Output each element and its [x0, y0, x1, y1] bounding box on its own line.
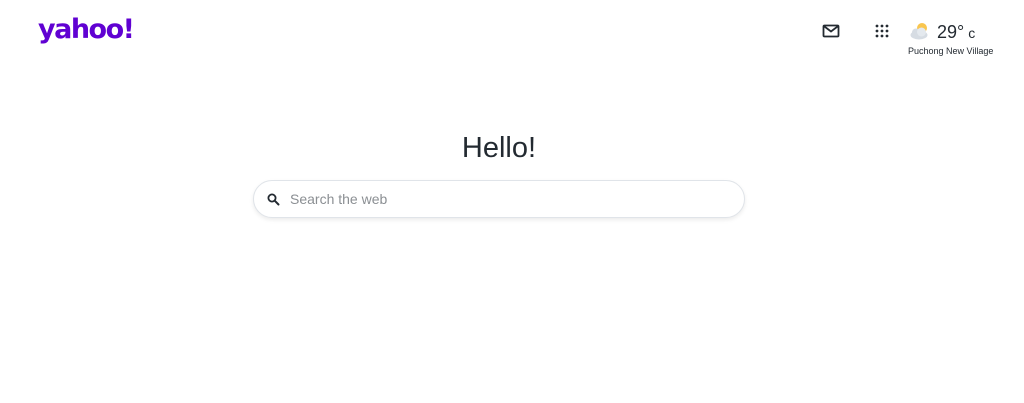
mail-icon [822, 24, 840, 38]
temperature-unit: c [968, 25, 976, 41]
search-input[interactable] [290, 182, 730, 216]
mail-button[interactable] [822, 24, 840, 38]
yahoo-logo[interactable]: yahoo! [38, 14, 135, 46]
page: yahoo! 29° c Puchong New Village Hello! … [0, 0, 1024, 403]
weather-temperature: 29° c [937, 21, 975, 44]
search-box[interactable] [253, 180, 745, 218]
search-icon [267, 193, 280, 206]
weather-widget[interactable]: 29° c Puchong New Village [906, 19, 1006, 61]
apps-button[interactable] [874, 23, 890, 39]
temperature-value: 29° [937, 22, 965, 42]
apps-grid-icon [875, 24, 889, 38]
greeting-title: Hello! [461, 132, 537, 164]
weather-location: Puchong New Village [908, 46, 994, 56]
partly-cloudy-icon [910, 23, 928, 40]
